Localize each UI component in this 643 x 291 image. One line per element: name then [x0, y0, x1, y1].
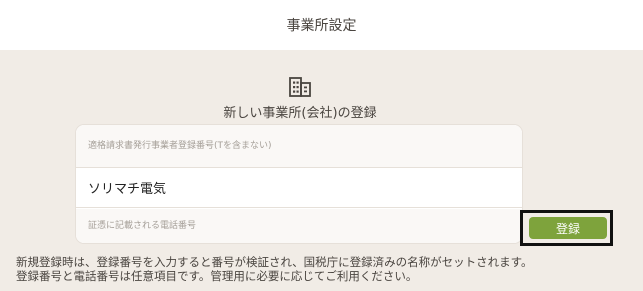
- registration-number-row: [76, 125, 522, 168]
- company-name-field[interactable]: ソリマチ電気: [76, 168, 522, 208]
- help-note-line-1: 新規登録時は、登録番号を入力すると番号が検証され、国税庁に登録済みの名称がセット…: [16, 255, 533, 269]
- register-button[interactable]: 登録: [529, 217, 607, 239]
- company-name-value: ソリマチ電気: [88, 182, 167, 197]
- registration-form: ソリマチ電気: [76, 125, 522, 243]
- section-subtitle: 新しい事業所(会社)の登録: [223, 106, 377, 121]
- register-button-label: 登録: [555, 221, 580, 236]
- phone-number-row: [76, 209, 522, 243]
- page-title: 事業所設定: [286, 18, 357, 34]
- help-note-line-2: 登録番号と電話番号は任意項目です。管理用に必要に応じてご利用ください。: [16, 269, 418, 283]
- page-header: 事業所設定: [0, 0, 643, 50]
- registration-number-input[interactable]: [76, 125, 522, 167]
- help-note: 新規登録時は、登録番号を入力すると番号が検証され、国税庁に登録済みの名称がセット…: [16, 255, 636, 283]
- phone-number-input[interactable]: [76, 209, 522, 243]
- building-icon: [289, 77, 311, 97]
